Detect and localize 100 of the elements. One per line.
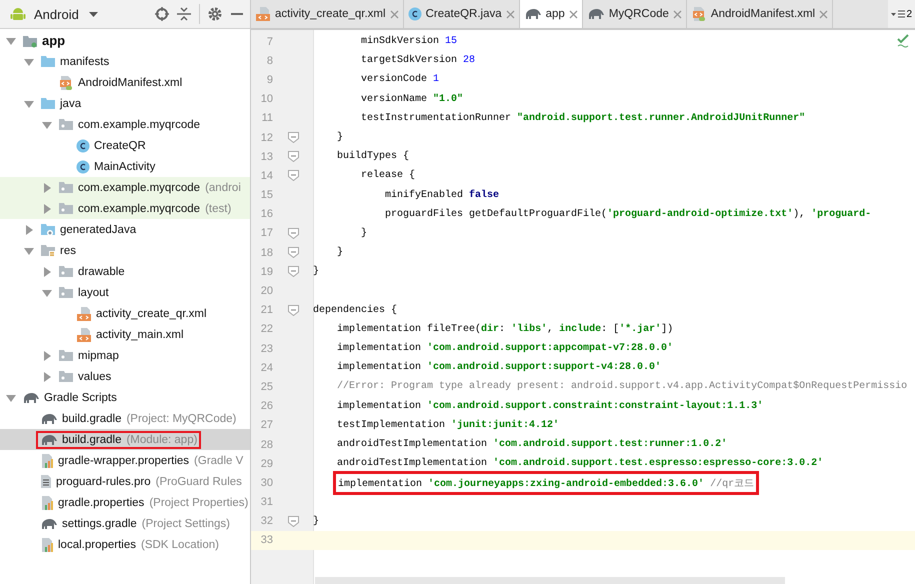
code-line: androidTestImplementation 'com.android.support.test:runner:1.0.2' — [336, 438, 728, 452]
code-line: versionCode 1 — [360, 72, 440, 88]
tree-item[interactable]: proguard-rules.pro (ProGuard Rules — [0, 471, 250, 492]
collapsed-arrow-icon[interactable] — [42, 266, 52, 276]
line-number: 15 — [260, 189, 273, 202]
line-number: 30 — [260, 476, 273, 489]
item-label: com.example.myqrcode — [78, 182, 200, 194]
code-line: minifyEnabled false — [384, 188, 500, 203]
close-icon[interactable] — [672, 10, 682, 18]
editor-tab[interactable]: CreateQR.java — [404, 0, 520, 28]
tree-item[interactable]: generatedJava — [0, 219, 250, 240]
class-icon — [76, 138, 90, 152]
tree-item[interactable]: CreateQR — [0, 135, 250, 156]
close-icon[interactable] — [568, 10, 578, 18]
item-hint: (test) — [205, 202, 232, 214]
tree-item[interactable]: gradle.properties (Project Properties) — [0, 492, 250, 513]
editor-tab[interactable]: app — [520, 0, 583, 28]
tree-item[interactable]: settings.gradle (Project Settings) — [0, 513, 250, 534]
tree-item[interactable]: com.example.myqrcode (androi — [0, 177, 250, 198]
tree-item[interactable]: MainActivity — [0, 156, 250, 177]
tree-item[interactable]: com.example.myqrcode — [0, 114, 250, 135]
item-label: settings.gradle — [62, 518, 137, 530]
elephant-icon — [40, 434, 58, 446]
manifest-file-icon — [690, 6, 707, 22]
editor-tab[interactable]: MyQRCode — [582, 0, 687, 28]
tab-overflow-button[interactable]: 2 — [888, 0, 915, 28]
fold-marker-icon[interactable] — [288, 516, 298, 527]
item-label: proguard-rules.pro — [56, 476, 151, 488]
tree-item[interactable]: com.example.myqrcode (test) — [0, 198, 250, 219]
expanded-arrow-icon[interactable] — [6, 392, 16, 402]
line-number: 33 — [260, 534, 273, 546]
collapsed-arrow-icon[interactable] — [42, 204, 52, 214]
line-number: 8 — [266, 54, 273, 67]
fold-marker-icon[interactable] — [288, 304, 298, 316]
fold-marker-icon[interactable] — [288, 228, 298, 239]
tree-item[interactable]: app — [0, 30, 250, 51]
elephant-icon — [22, 392, 40, 404]
collapse-all-icon[interactable] — [177, 7, 191, 21]
collapsed-arrow-icon[interactable] — [42, 350, 52, 360]
package-folder-icon — [58, 202, 74, 215]
close-icon[interactable] — [506, 10, 515, 18]
tree-item[interactable]: local.properties (SDK Location) — [0, 534, 250, 555]
list-icon[interactable] — [891, 9, 906, 19]
tree-item[interactable]: res — [0, 240, 250, 261]
item-label: activity_create_qr.xml — [96, 308, 207, 320]
collapsed-arrow-icon[interactable] — [24, 224, 34, 234]
close-icon[interactable] — [390, 10, 399, 18]
code-line: versionName "1.0" — [360, 92, 464, 107]
tree-item[interactable]: drawable — [0, 261, 250, 282]
tree-item[interactable]: java — [0, 93, 250, 114]
editor-tab[interactable]: AndroidManifest.xml — [686, 0, 834, 28]
item-hint: (Gradle V — [194, 454, 244, 466]
item-label: AndroidManifest.xml — [78, 76, 182, 88]
code-line: testImplementation 'junit:junit:4.12' — [336, 418, 560, 433]
horizontal-scrollbar[interactable] — [315, 577, 785, 584]
expanded-arrow-icon[interactable] — [24, 98, 34, 108]
tree-item[interactable]: gradle-wrapper.properties (Gradle V — [0, 450, 250, 471]
expanded-arrow-icon[interactable] — [42, 120, 52, 130]
tree-item[interactable]: AndroidManifest.xml — [0, 72, 250, 93]
item-label: java — [60, 98, 82, 110]
properties-file-icon — [40, 494, 54, 510]
module-folder-icon — [22, 34, 38, 48]
collapsed-arrow-icon[interactable] — [42, 372, 52, 382]
tree-item[interactable]: build.gradle (Project: MyQRCode) — [0, 408, 250, 429]
tree-item[interactable]: layout — [0, 282, 250, 303]
tree-item[interactable]: build.gradle (Module: app) — [0, 429, 250, 450]
item-label: layout — [78, 286, 109, 298]
expanded-arrow-icon[interactable] — [6, 36, 16, 46]
expanded-arrow-icon[interactable] — [24, 56, 34, 66]
line-number: 19 — [260, 266, 273, 278]
tree-item[interactable]: manifests — [0, 51, 250, 72]
tree-item[interactable]: Gradle Scripts — [0, 387, 250, 408]
line-number: 11 — [260, 112, 273, 124]
line-number: 21 — [260, 304, 273, 316]
expanded-arrow-icon[interactable] — [24, 246, 34, 256]
item-label: com.example.myqrcode — [78, 118, 200, 130]
line-number: 18 — [260, 246, 273, 259]
code-line: implementation fileTree(dir: 'libs', include: ['*.jar']) — [336, 322, 674, 337]
caret-icon[interactable] — [88, 12, 98, 16]
settings-icon[interactable] — [208, 7, 222, 21]
expanded-arrow-icon[interactable] — [42, 288, 52, 298]
collapsed-arrow-icon[interactable] — [42, 182, 52, 192]
item-label: com.example.myqrcode — [78, 202, 200, 214]
text-file-icon — [40, 474, 52, 489]
tree-item[interactable]: activity_create_qr.xml — [0, 303, 250, 324]
tree-item[interactable]: mipmap — [0, 345, 250, 366]
code-line: } — [360, 226, 368, 241]
view-dropdown[interactable]: Android — [34, 6, 98, 22]
check-icon — [897, 34, 909, 48]
crosshair-icon[interactable] — [155, 7, 169, 21]
tree-item[interactable]: activity_main.xml — [0, 324, 250, 345]
close-icon[interactable] — [819, 10, 828, 18]
tree-item[interactable]: values — [0, 366, 250, 387]
item-hint: (SDK Location) — [140, 538, 219, 550]
item-label: Gradle Scripts — [44, 392, 117, 404]
editor-tab[interactable]: activity_create_qr.xml — [251, 0, 404, 28]
item-label: gradle-wrapper.properties — [58, 454, 190, 466]
package-folder-icon — [58, 370, 74, 383]
item-label: generatedJava — [60, 224, 136, 236]
package-folder-icon — [58, 265, 74, 278]
